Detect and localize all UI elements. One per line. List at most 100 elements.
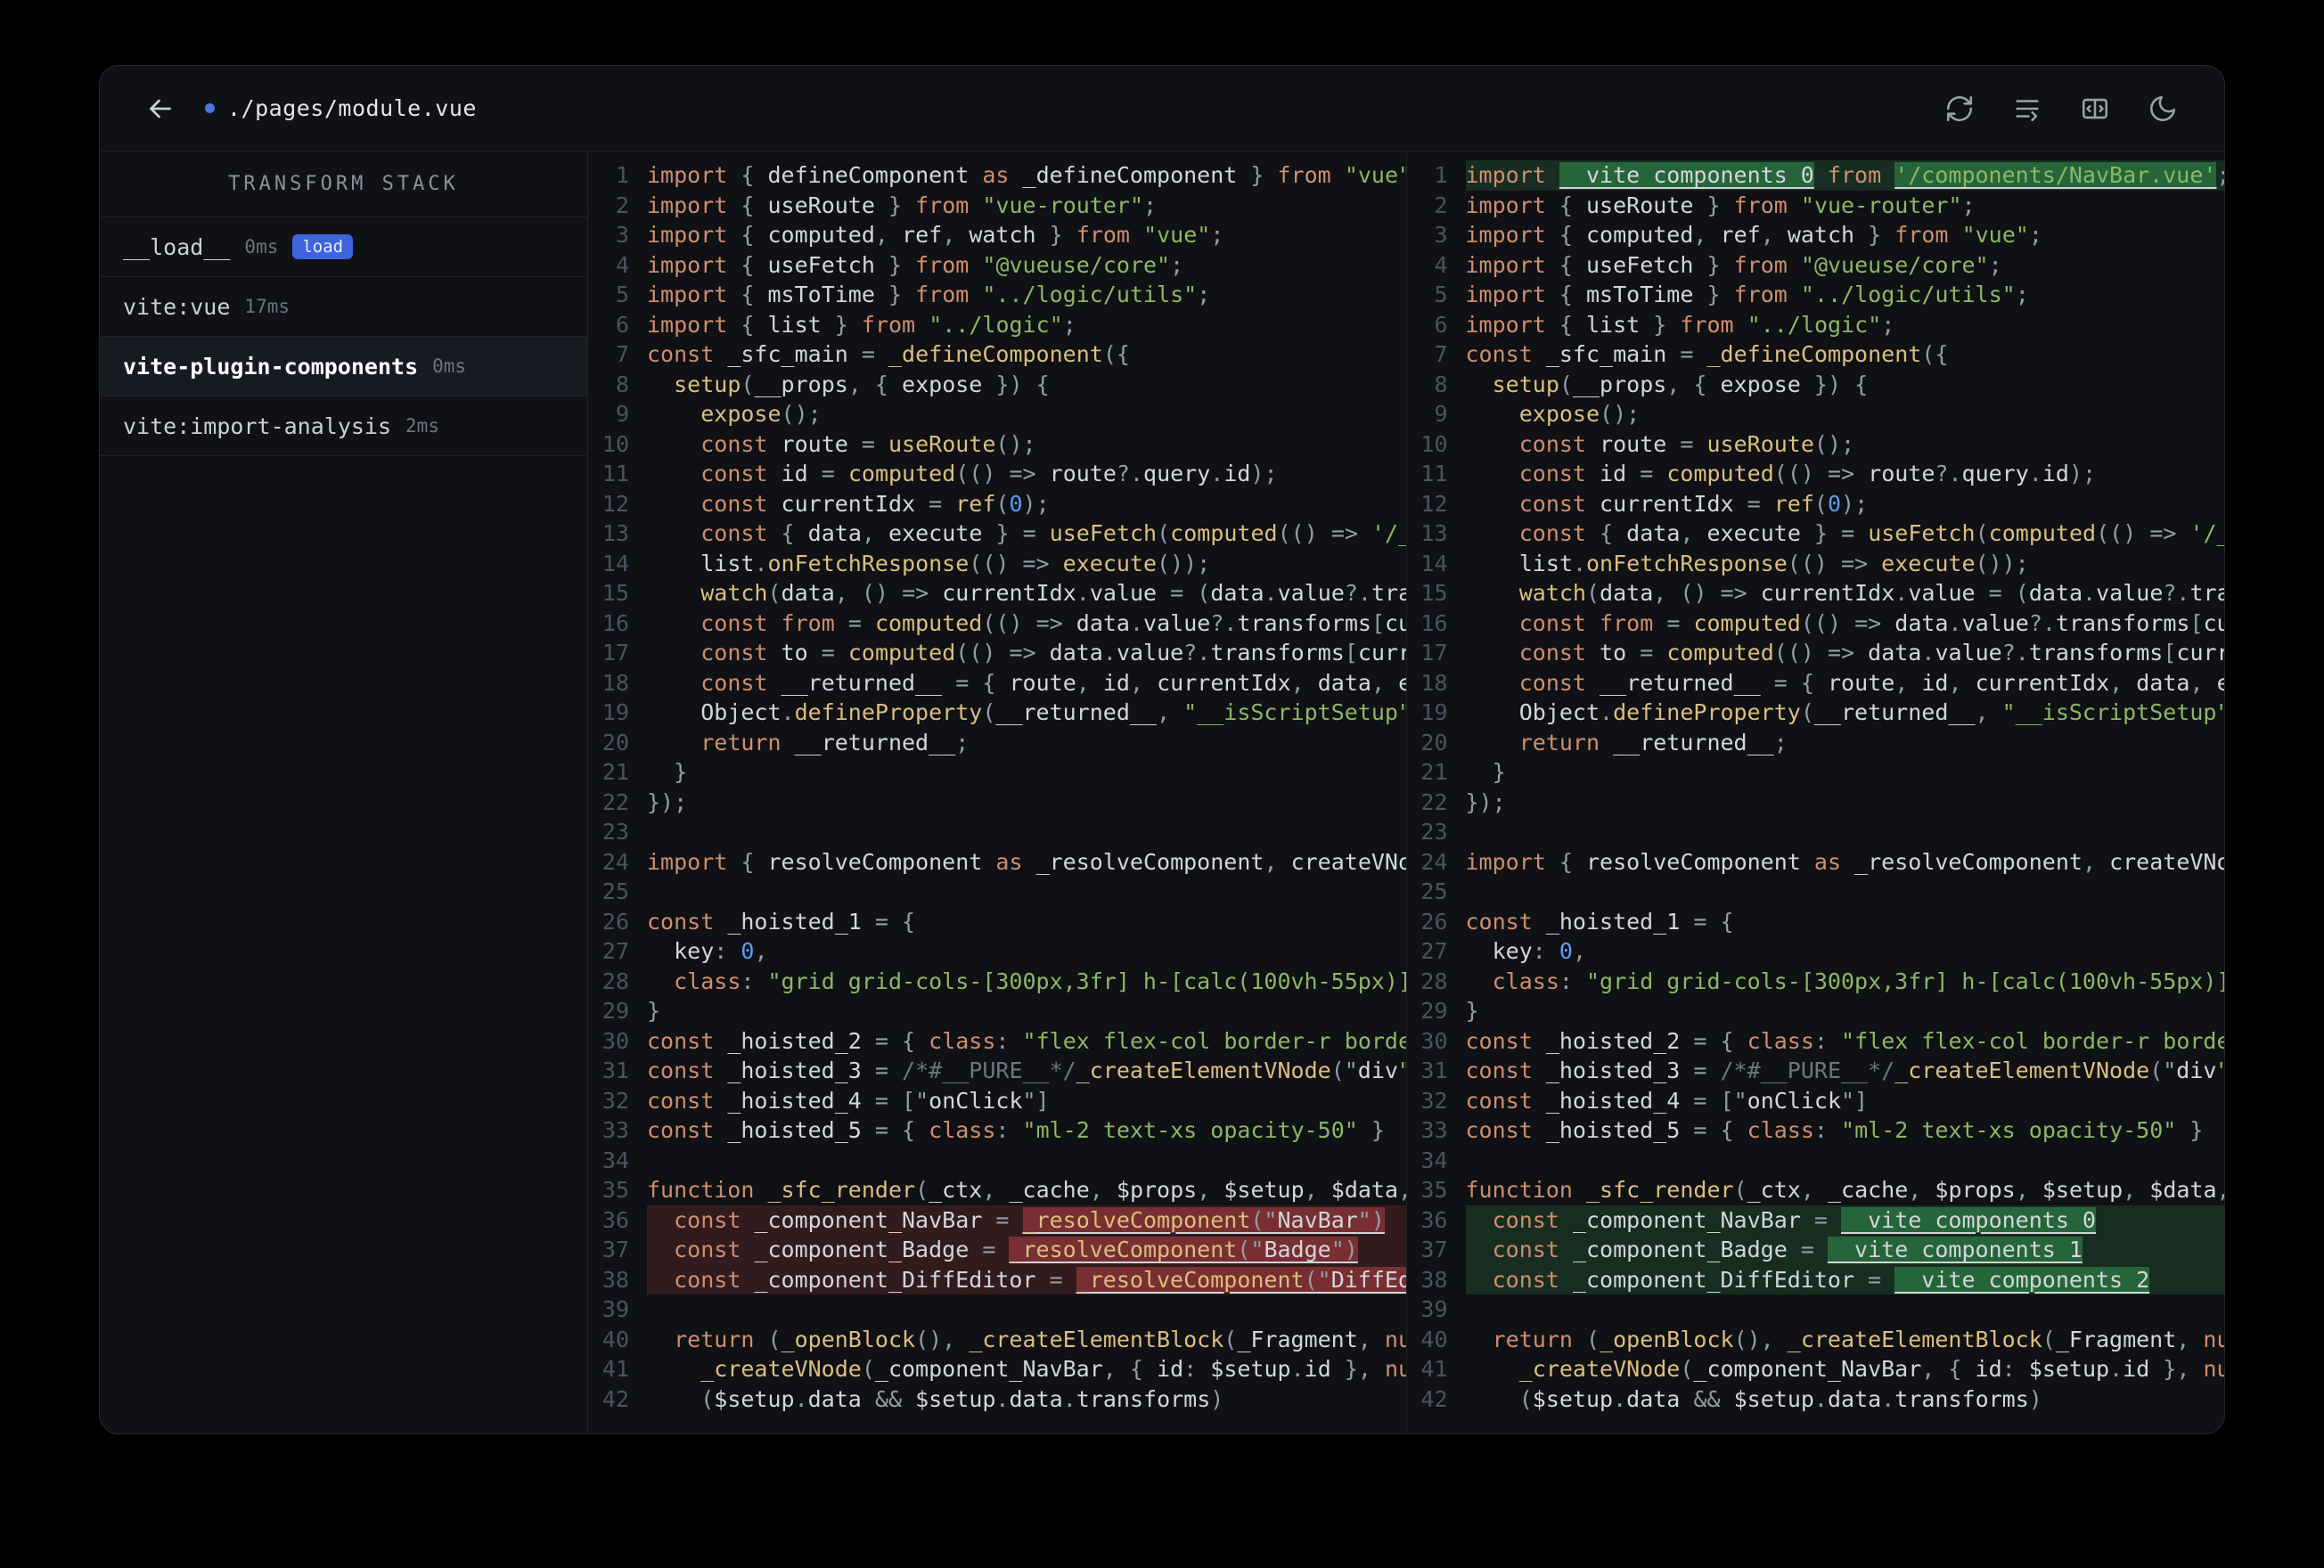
code-line: 2 import { useRoute } from "vue-router"; [588, 191, 1406, 221]
line-number: 33 [601, 1117, 629, 1143]
code-line: 31 const _hoisted_3 = /*#__PURE__*/_creat… [1407, 1056, 2225, 1086]
line-number: 38 [1420, 1266, 1448, 1293]
code-line: 21 } [588, 757, 1406, 788]
transform-stack-item-vite-vue[interactable]: vite:vue 17ms [100, 277, 587, 337]
line-number: 12 [1420, 490, 1448, 517]
transform-stack-item--load-[interactable]: __load__ 0ms load [100, 217, 587, 277]
line-number: 26 [1420, 908, 1448, 935]
line-number: 8 [615, 371, 629, 397]
line-number: 20 [1420, 729, 1448, 755]
code-text: function _sfc_render(_ctx, _cache, $prop… [647, 1177, 1406, 1203]
titlebar-actions [1941, 90, 2181, 127]
code-line: 41 _createVNode(_component_NavBar, { id:… [588, 1354, 1406, 1384]
code-line: 14 list.onFetchResponse(() => execute())… [588, 549, 1406, 579]
line-number: 32 [1420, 1087, 1448, 1114]
line-number: 18 [601, 669, 629, 696]
line-number: 41 [601, 1356, 629, 1382]
code-line: 6 import { list } from "../logic"; [588, 310, 1406, 340]
module-type-dot [205, 103, 215, 113]
line-number: 12 [601, 490, 629, 517]
code-line: 42 ($setup.data && $setup.data.transform… [588, 1384, 1406, 1415]
line-number: 29 [601, 998, 629, 1024]
code-text: const currentIdx = ref(0); [1518, 490, 1869, 517]
code-pane-after[interactable]: 1 import __vite_components_0 from '/compo… [1405, 151, 2225, 1433]
line-number: 5 [615, 282, 629, 307]
code-text: list.onFetchResponse(() => execute()); [700, 550, 1211, 576]
line-number: 23 [1420, 819, 1448, 845]
line-number: 32 [601, 1087, 629, 1114]
code-line: 39 [1407, 1294, 2225, 1325]
code-line: 19 Object.defineProperty(__returned__, "… [1407, 698, 2224, 728]
code-text: import { msToTime } from "../logic/utils… [647, 282, 1211, 307]
line-number: 2 [1434, 192, 1448, 218]
line-number: 40 [1420, 1326, 1448, 1352]
line-number: 37 [601, 1237, 629, 1262]
code-line: 27 key: 0, [588, 936, 1406, 967]
code-line: 5 import { msToTime } from "../logic/util… [588, 280, 1406, 310]
plugin-duration: 17ms [244, 296, 290, 317]
code-line: 33 const _hoisted_5 = { class: "ml-2 text… [588, 1115, 1406, 1146]
code-line: 7 const _sfc_main = _defineComponent({ [1407, 339, 2225, 370]
line-number: 9 [615, 401, 629, 427]
line-number: 18 [1420, 669, 1448, 696]
code-line: 33 const _hoisted_5 = { class: "ml-2 text… [1407, 1115, 2225, 1146]
line-number: 16 [601, 609, 629, 636]
code-text: const { data, execute } = useFetch(compu… [1518, 520, 2224, 546]
line-number: 33 [1420, 1117, 1448, 1143]
code-text: const from = computed(() => data.value?.… [1518, 609, 2224, 636]
plugin-name: vite:vue [123, 293, 231, 320]
line-number: 22 [601, 788, 629, 815]
line-number: 36 [1420, 1206, 1448, 1233]
line-number: 40 [601, 1326, 629, 1352]
moon-icon [2150, 95, 2176, 121]
code-text: const _hoisted_3 = /*#__PURE__*/_createE… [1465, 1058, 2225, 1083]
line-number: 1 [1434, 162, 1448, 188]
code-text: _createVNode(_component_NavBar, { id: $s… [700, 1356, 1405, 1382]
code-text: const _hoisted_1 = { [647, 908, 916, 935]
code-line: 9 expose(); [1407, 399, 2225, 429]
code-line: 3 import { computed, ref, watch } from "v… [588, 220, 1406, 250]
titlebar: ./pages/module.vue [100, 66, 2224, 151]
code-line: 3 import { computed, ref, watch } from "v… [1407, 220, 2225, 250]
code-line: 29} [588, 996, 1406, 1026]
back-button[interactable] [139, 87, 182, 130]
arrow-left-icon [150, 99, 171, 118]
line-number: 20 [601, 729, 629, 755]
line-number: 4 [615, 251, 629, 278]
line-number: 2 [615, 192, 629, 218]
plugin-duration: 0ms [432, 355, 467, 377]
code-text: const currentIdx = ref(0); [700, 490, 1050, 517]
code-pane-before[interactable]: 1 import { defineComponent as _defineComp… [588, 151, 1406, 1433]
code-line: 30 const _hoisted_2 = { class: "flex flex… [588, 1026, 1406, 1057]
diff-view: 1 import { defineComponent as _defineComp… [588, 151, 2224, 1433]
code-line: 15 watch(data, () => currentIdx.value = … [1407, 578, 2224, 608]
code-line: 13 const { data, execute } = useFetch(co… [588, 519, 1406, 549]
code-line: 28 class: "grid grid-cols-[300px,3fr] h-… [1407, 967, 2224, 997]
code-text: const _sfc_main = _defineComponent({ [647, 341, 1130, 367]
transform-stack-item-vite-plugin-components[interactable]: vite-plugin-components 0ms [100, 337, 587, 396]
code-text: watch(data, () => currentIdx.value = (da… [1518, 580, 2224, 606]
code-line: 25 [588, 877, 1406, 907]
line-number: 8 [1434, 371, 1448, 397]
line-number: 1 [615, 162, 629, 188]
transform-stack-item-vite-import-analysis[interactable]: vite:import-analysis 2ms [100, 396, 587, 456]
code-line: 36 const _component_NavBar = __vite_comp… [1407, 1205, 2224, 1235]
line-number: 35 [601, 1177, 629, 1203]
line-number: 7 [615, 341, 629, 367]
code-text: const { data, execute } = useFetch(compu… [700, 520, 1405, 546]
code-line: 21 } [1407, 757, 2225, 788]
side-by-side-toggle-button[interactable] [2076, 90, 2114, 127]
line-number: 39 [601, 1296, 629, 1322]
code-line: 42 ($setup.data && $setup.data.transform… [1407, 1384, 2225, 1415]
dark-mode-button[interactable] [2144, 90, 2181, 127]
line-number: 34 [1420, 1147, 1448, 1173]
refresh-button[interactable] [1941, 90, 1978, 127]
code-line: 32 const _hoisted_4 = ["onClick"] [588, 1086, 1406, 1116]
line-number: 27 [1420, 938, 1448, 964]
code-line: 13 const { data, execute } = useFetch(co… [1407, 519, 2224, 549]
inline-diff-toggle-button[interactable] [2009, 90, 2046, 127]
code-line: 1 import __vite_components_0 from '/compo… [1407, 160, 2224, 191]
